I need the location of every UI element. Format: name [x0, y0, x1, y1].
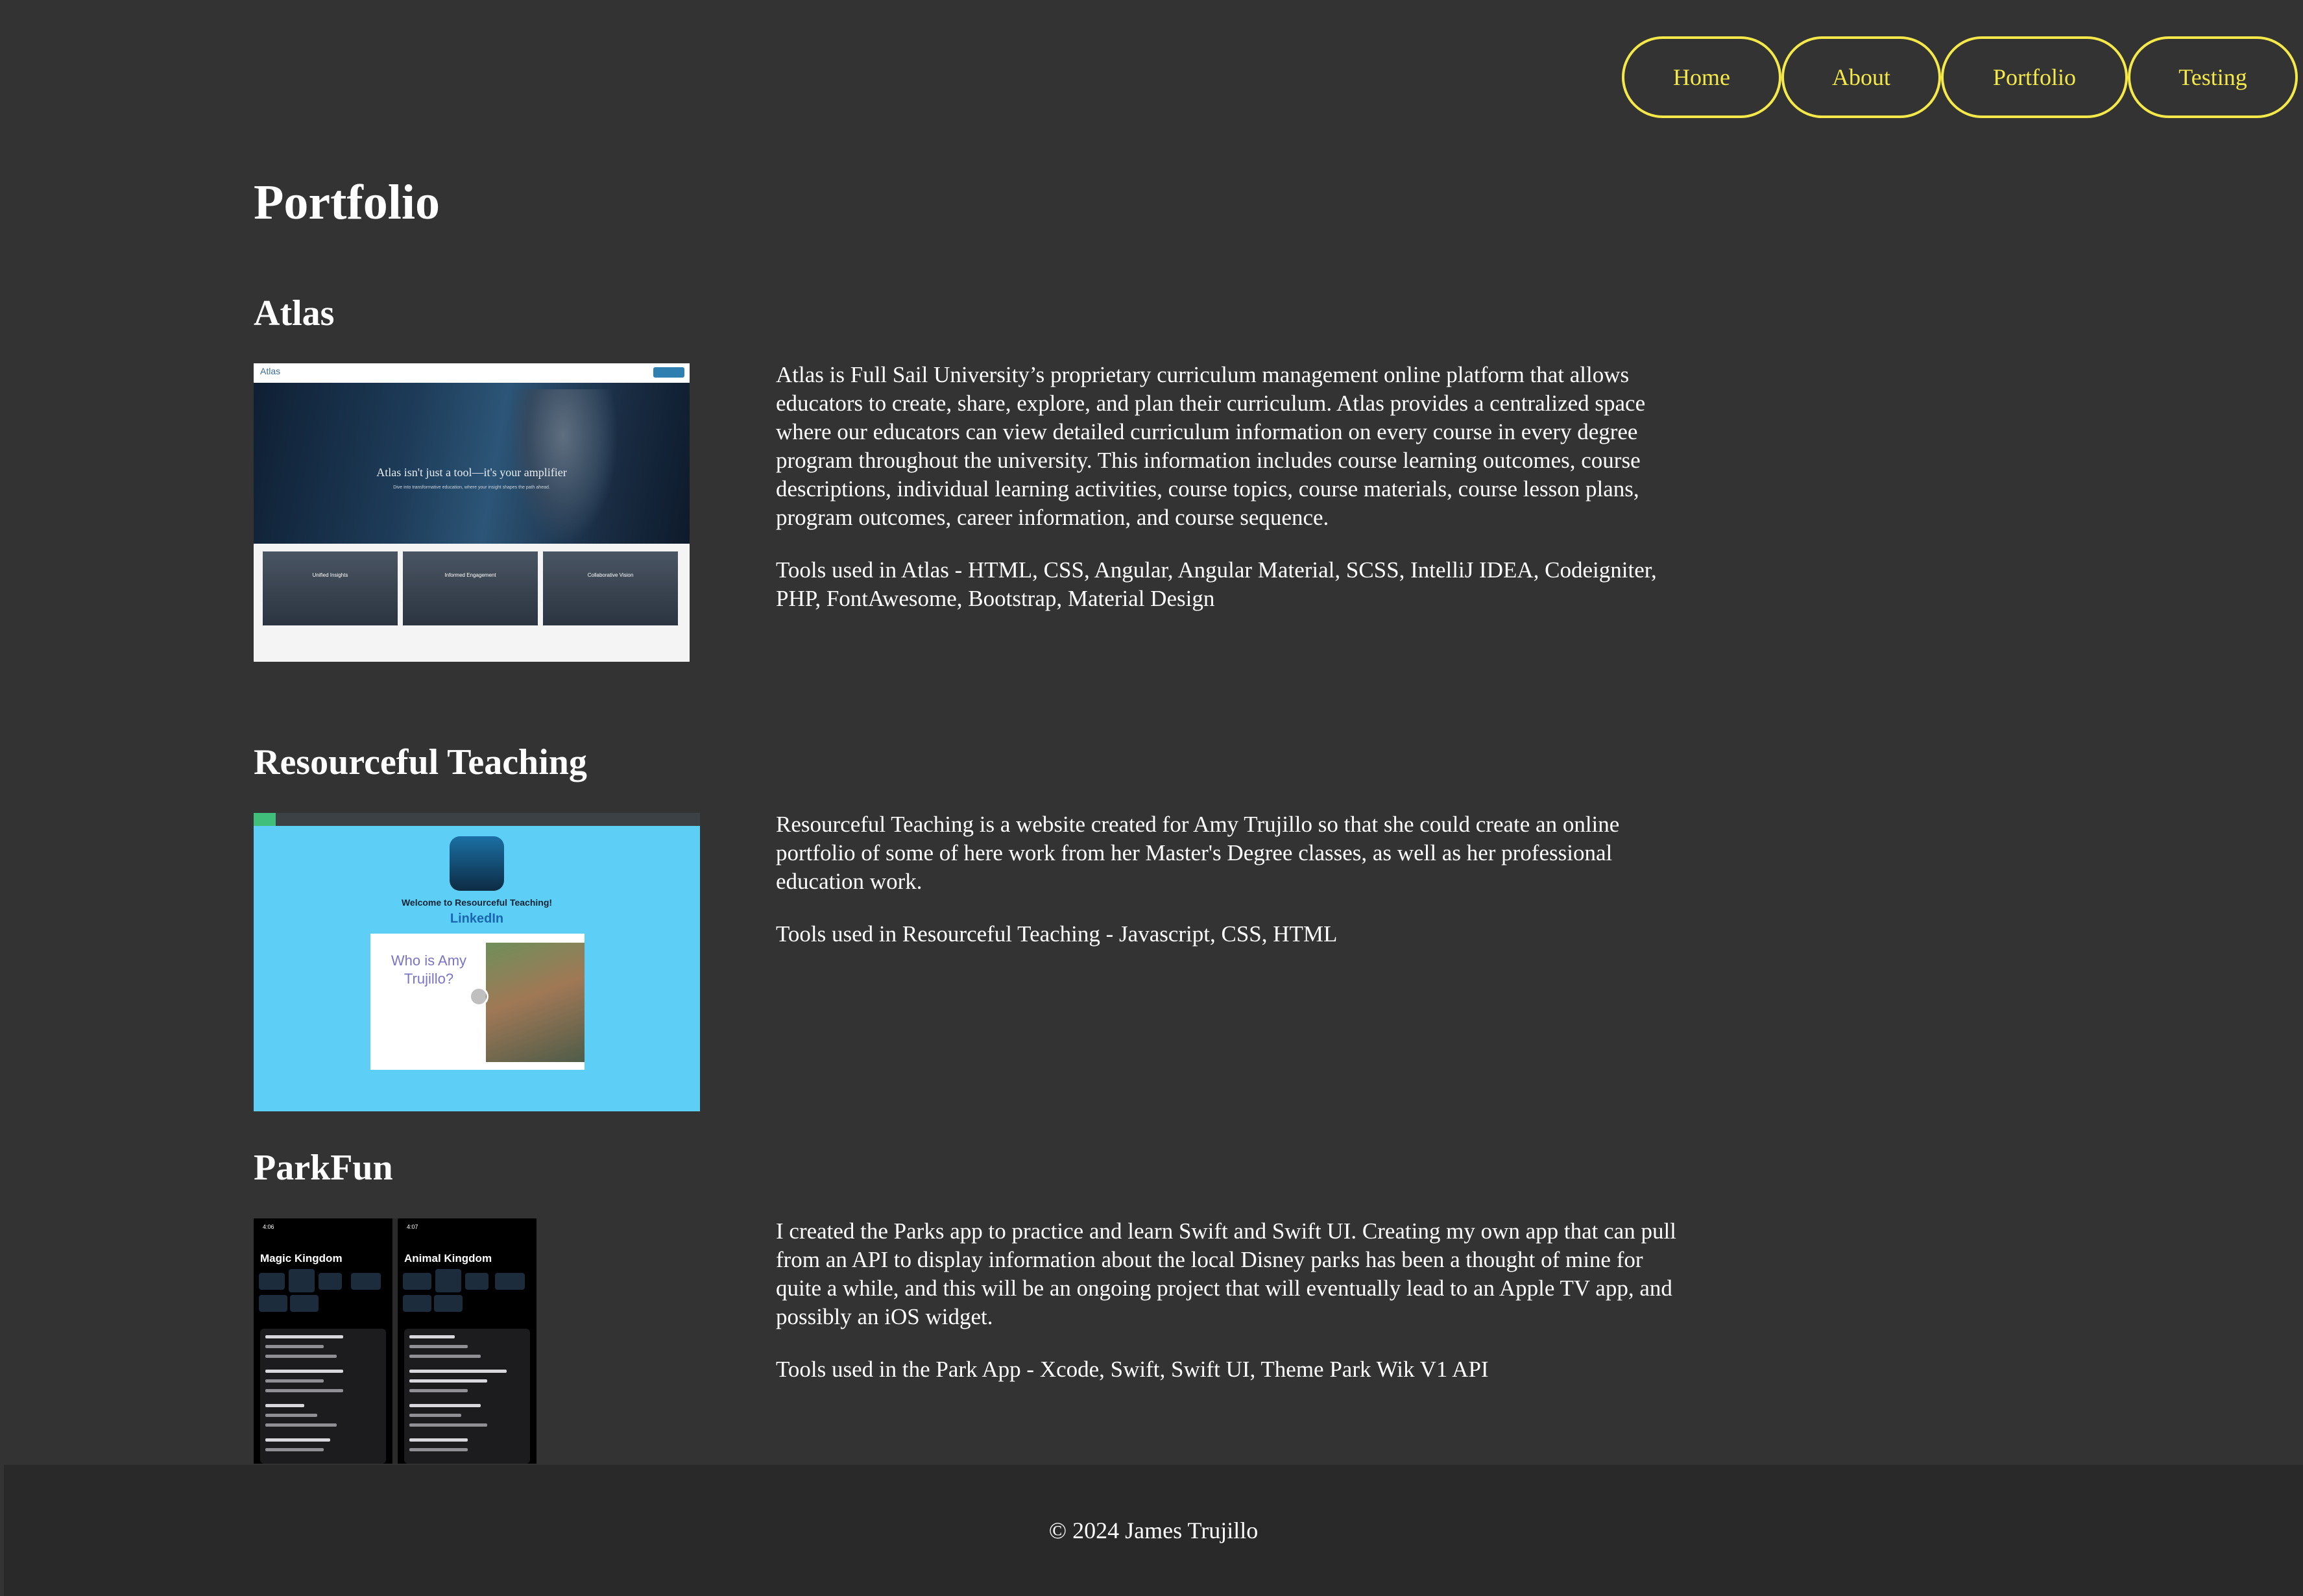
filter-chip	[351, 1273, 381, 1290]
atlas-header-bar: Atlas	[254, 363, 690, 383]
project-summary: Atlas is Full Sail University’s propriet…	[776, 362, 1646, 530]
project-description-parkfun: I created the Parks app to practice and …	[776, 1217, 1684, 1408]
phone-time: 4:07	[407, 1224, 418, 1230]
main-nav: Home About Portfolio Testing	[1622, 36, 2298, 118]
atlas-card-title: Unified Insights	[312, 572, 348, 578]
phone-time: 4:06	[263, 1224, 274, 1230]
filter-chip	[435, 1269, 461, 1292]
rt-logo	[450, 836, 504, 891]
nav-testing-button[interactable]: Testing	[2128, 36, 2298, 118]
project-tools: Tools used in the Park App - Xcode, Swif…	[776, 1357, 1489, 1382]
phone-screen: 4:06 Magic Kingdom	[254, 1218, 392, 1464]
filter-chip	[465, 1273, 488, 1290]
filter-chip	[289, 1269, 315, 1292]
atlas-hero: Atlas isn't just a tool—it's your amplif…	[254, 383, 690, 544]
project-summary: I created the Parks app to practice and …	[776, 1218, 1676, 1329]
play-icon	[469, 987, 488, 1006]
filter-chip	[403, 1295, 431, 1312]
filter-chip	[495, 1273, 525, 1290]
filter-chip	[434, 1295, 463, 1312]
atlas-logo: Atlas	[260, 366, 281, 376]
atlas-card: Collaborative Vision	[543, 551, 678, 625]
project-description-resourceful-teaching: Resourceful Teaching is a website create…	[776, 810, 1684, 973]
atlas-screenshot: Atlas Atlas isn't just a tool—it's your …	[254, 363, 690, 662]
resourceful-teaching-screenshot: Welcome to Resourceful Teaching! LinkedI…	[254, 813, 700, 1111]
phone-title: Magic Kingdom	[260, 1252, 343, 1264]
project-title-resourceful-teaching: Resourceful Teaching	[254, 742, 587, 782]
rt-nav-active-tab	[254, 813, 276, 826]
phone-screen: 4:07 Animal Kingdom	[398, 1218, 537, 1464]
attraction-list	[260, 1329, 386, 1464]
project-title-parkfun: ParkFun	[254, 1148, 393, 1188]
project-description-atlas: Atlas is Full Sail University’s propriet…	[776, 361, 1684, 637]
nav-portfolio-button[interactable]: Portfolio	[1941, 36, 2128, 118]
linkedin-logo: LinkedIn	[450, 912, 504, 926]
rt-nav-bar	[254, 813, 700, 826]
nav-about-button[interactable]: About	[1781, 36, 1941, 118]
atlas-card-title: Informed Engagement	[444, 572, 496, 578]
copyright-text: © 2024 James Trujillo	[1048, 1517, 1259, 1543]
filter-chip	[259, 1295, 287, 1312]
rt-welcome-text: Welcome to Resourceful Teaching!	[401, 897, 553, 908]
project-summary: Resourceful Teaching is a website create…	[776, 812, 1620, 894]
atlas-hero-text: Atlas isn't just a tool—it's your amplif…	[376, 466, 567, 479]
rt-who-heading: Who is Amy Trujillo?	[391, 952, 467, 987]
project-tools: Tools used in Resourceful Teaching - Jav…	[776, 921, 1338, 947]
rt-photo	[486, 943, 585, 1062]
attraction-list	[404, 1329, 530, 1464]
nav-home-button[interactable]: Home	[1622, 36, 1781, 118]
footer: © 2024 James Trujillo	[4, 1465, 2303, 1596]
atlas-card-title: Collaborative Vision	[587, 572, 634, 578]
project-title-atlas: Atlas	[254, 293, 335, 333]
page-title: Portfolio	[254, 175, 440, 230]
filter-chip	[290, 1295, 319, 1312]
rt-video-card: Who is Amy Trujillo?	[370, 934, 585, 1070]
atlas-card: Unified Insights	[263, 551, 398, 625]
filter-chip	[319, 1273, 342, 1290]
atlas-login-button	[653, 367, 684, 378]
filter-chip	[259, 1273, 285, 1290]
parkfun-screenshot: 4:06 Magic Kingdom 4:07 Animal Kingdom	[254, 1218, 537, 1464]
atlas-card: Informed Engagement	[403, 551, 538, 625]
atlas-hero-subtext: Dive into transformative education, wher…	[393, 485, 550, 490]
project-tools: Tools used in Atlas - HTML, CSS, Angular…	[776, 557, 1657, 611]
phone-title: Animal Kingdom	[404, 1252, 492, 1264]
filter-chip	[403, 1273, 431, 1290]
